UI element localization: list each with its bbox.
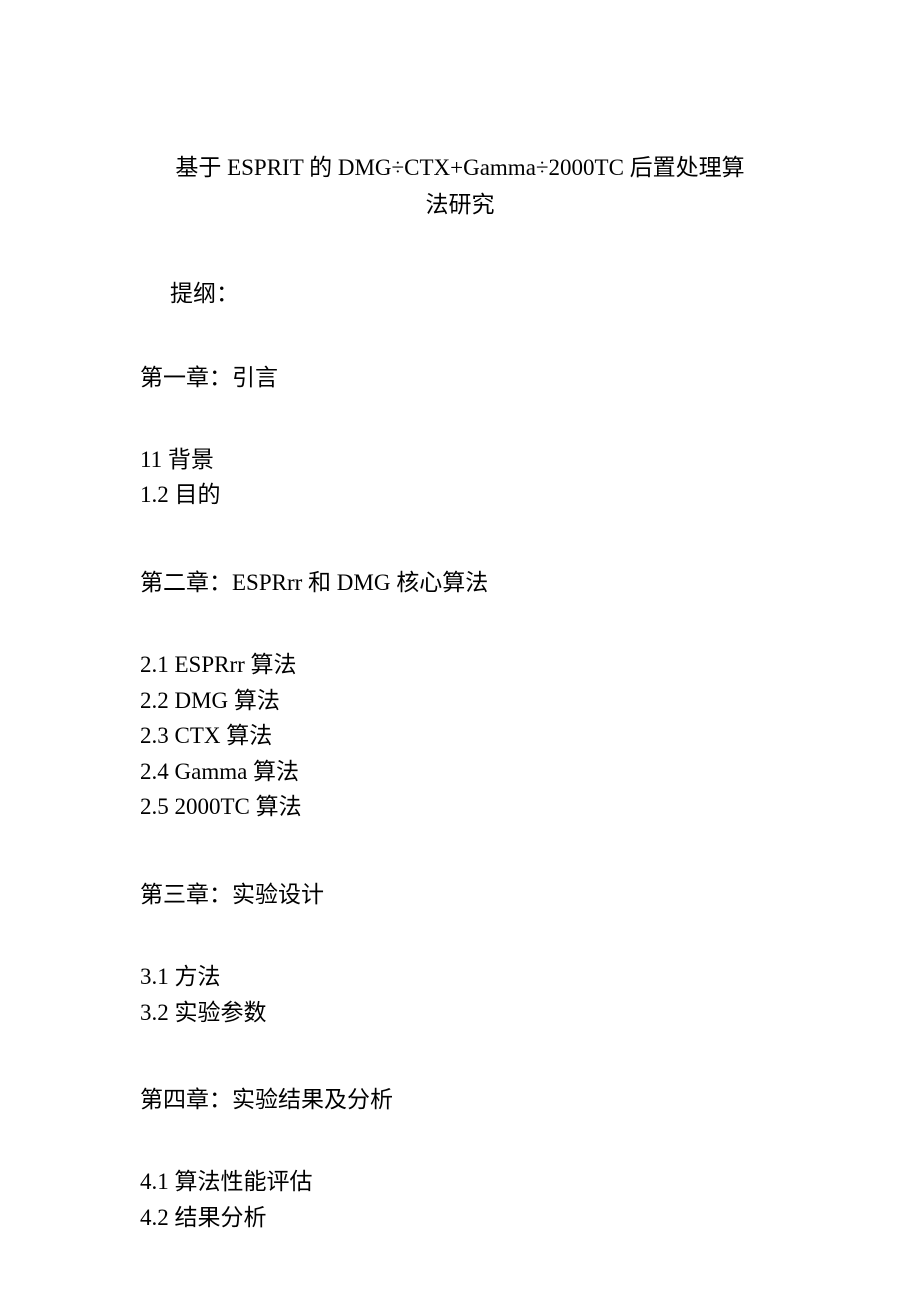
outline-item: 2.3 CTX 算法	[140, 718, 780, 754]
outline-item: 2.5 2000TC 算法	[140, 789, 780, 825]
chapter-1-items: 11 背景 1.2 目的	[140, 442, 780, 513]
document-title: 基于 ESPRIT 的 DMG÷CTX+Gamma÷2000TC 后置处理算 法…	[140, 150, 780, 224]
outline-item: 4.1 算法性能评估	[140, 1164, 780, 1200]
outline-item: 2.4 Gamma 算法	[140, 754, 780, 790]
chapter-2-items: 2.1 ESPRrr 算法 2.2 DMG 算法 2.3 CTX 算法 2.4 …	[140, 647, 780, 825]
chapter-4-heading: 第四章：实验结果及分析	[140, 1080, 780, 1114]
chapter-3: 第三章：实验设计 3.1 方法 3.2 实验参数	[140, 875, 780, 1030]
chapter-4-items: 4.1 算法性能评估 4.2 结果分析	[140, 1164, 780, 1235]
chapter-1-heading: 第一章：引言	[140, 358, 780, 392]
chapter-2-heading: 第二章：ESPRrr 和 DMG 核心算法	[140, 563, 780, 597]
outline-item: 3.2 实验参数	[140, 995, 780, 1031]
outline-item: 2.1 ESPRrr 算法	[140, 647, 780, 683]
title-line-2: 法研究	[165, 187, 755, 224]
outline-item: 4.2 结果分析	[140, 1200, 780, 1236]
outline-item: 11 背景	[140, 442, 780, 478]
chapter-3-items: 3.1 方法 3.2 实验参数	[140, 959, 780, 1030]
title-line-1: 基于 ESPRIT 的 DMG÷CTX+Gamma÷2000TC 后置处理算	[165, 150, 755, 187]
chapter-1: 第一章：引言 11 背景 1.2 目的	[140, 358, 780, 513]
chapter-4: 第四章：实验结果及分析 4.1 算法性能评估 4.2 结果分析	[140, 1080, 780, 1235]
chapter-3-heading: 第三章：实验设计	[140, 875, 780, 909]
outline-item: 3.1 方法	[140, 959, 780, 995]
outline-label: 提纲：	[140, 274, 780, 308]
chapter-2: 第二章：ESPRrr 和 DMG 核心算法 2.1 ESPRrr 算法 2.2 …	[140, 563, 780, 825]
outline-item: 2.2 DMG 算法	[140, 683, 780, 719]
outline-item: 1.2 目的	[140, 477, 780, 513]
